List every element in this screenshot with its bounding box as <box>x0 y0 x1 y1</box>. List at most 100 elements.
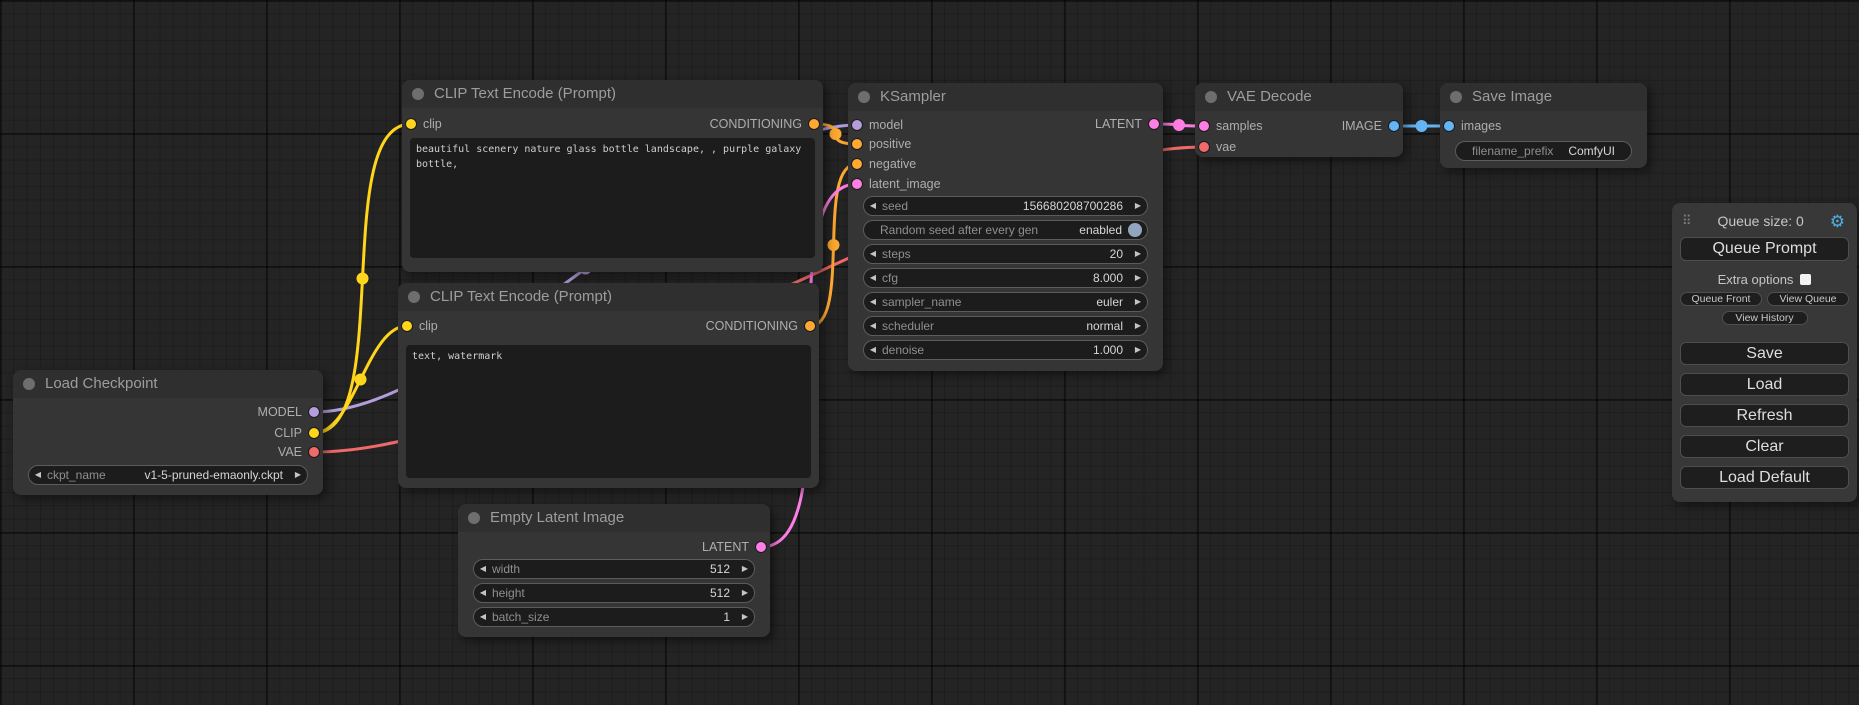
output-slot-label: IMAGE <box>1342 119 1382 133</box>
node-title-bar[interactable]: Load Checkpoint <box>13 370 323 398</box>
collapse-dot-icon[interactable] <box>1205 91 1217 103</box>
collapse-dot-icon[interactable] <box>23 378 35 390</box>
output-slot-label: LATENT <box>702 540 749 554</box>
extra-options-checkbox[interactable] <box>1800 274 1811 285</box>
input-dot-samples[interactable] <box>1199 121 1209 131</box>
save-button[interactable]: Save <box>1680 342 1849 365</box>
widget-sampler_name[interactable]: ◀sampler_nameeuler▶ <box>863 292 1148 312</box>
collapse-dot-icon[interactable] <box>412 88 424 100</box>
widget-steps[interactable]: ◀steps 20▶ <box>863 244 1148 264</box>
decrement-arrow-icon[interactable]: ◀ <box>864 245 882 263</box>
decrement-arrow-icon[interactable]: ◀ <box>474 560 492 578</box>
prompt-textarea[interactable]: text, watermark <box>406 345 811 478</box>
extra-options-label: Extra options <box>1718 272 1794 287</box>
node-empty-latent-image[interactable]: Empty Latent Image LATENT ◀width512▶ ◀heigh… <box>458 504 770 637</box>
decrement-arrow-icon[interactable]: ◀ <box>474 608 492 626</box>
input-slot-positive: positive <box>852 134 911 154</box>
input-dot-images[interactable] <box>1444 121 1454 131</box>
widget-height[interactable]: ◀height512▶ <box>473 583 755 603</box>
widget-value: 20 <box>1110 247 1129 261</box>
decrement-arrow-icon[interactable]: ◀ <box>864 197 882 215</box>
input-dot-negative[interactable] <box>852 159 862 169</box>
increment-arrow-icon[interactable]: ▶ <box>1129 197 1147 215</box>
collapse-dot-icon[interactable] <box>468 512 480 524</box>
input-slot-clip: clip <box>406 114 442 134</box>
decrement-arrow-icon[interactable]: ◀ <box>474 584 492 602</box>
view-queue-button[interactable]: View Queue <box>1767 292 1849 306</box>
clear-button[interactable]: Clear <box>1680 435 1849 458</box>
widget-label: steps <box>882 247 911 261</box>
collapse-dot-icon[interactable] <box>858 91 870 103</box>
increment-arrow-icon[interactable]: ▶ <box>1129 269 1147 287</box>
increment-arrow-icon[interactable]: ▶ <box>736 560 754 578</box>
decrement-arrow-icon[interactable]: ◀ <box>864 317 882 335</box>
decrement-arrow-icon[interactable]: ◀ <box>864 341 882 359</box>
widget-denoise[interactable]: ◀denoise1.000▶ <box>863 340 1148 360</box>
widget-ckpt_name[interactable]: ◀ckpt_namev1-5-pruned-emaonly.ckpt▶ <box>28 465 308 485</box>
output-slot-label: LATENT <box>1095 117 1142 131</box>
output-dot-conditioning[interactable] <box>805 321 815 331</box>
increment-arrow-icon[interactable]: ▶ <box>736 584 754 602</box>
gear-icon[interactable]: ⚙ <box>1830 213 1845 230</box>
output-dot-image[interactable] <box>1389 121 1399 131</box>
input-dot-vae[interactable] <box>1199 142 1209 152</box>
toggle-dot-icon[interactable] <box>1128 223 1142 237</box>
increment-arrow-icon[interactable]: ▶ <box>1129 341 1147 359</box>
input-dot-latent_image[interactable] <box>852 179 862 189</box>
link-midpoint-dot <box>1173 119 1185 131</box>
output-dot-latent[interactable] <box>756 542 766 552</box>
widget-cfg[interactable]: ◀cfg8.000▶ <box>863 268 1148 288</box>
increment-arrow-icon[interactable]: ▶ <box>289 466 307 484</box>
output-dot-clip[interactable] <box>309 428 319 438</box>
node-load-checkpoint[interactable]: Load CheckpointMODELCLIPVAE◀ckpt_namev1-… <box>13 370 323 495</box>
output-dot-vae[interactable] <box>309 447 319 457</box>
widget-filename_prefix[interactable]: filename_prefix ComfyUI <box>1455 141 1632 161</box>
node-title-bar[interactable]: CLIP Text Encode (Prompt) <box>402 80 823 108</box>
input-dot-clip[interactable] <box>402 321 412 331</box>
input-slot-images: images <box>1444 116 1501 136</box>
widget-random-seed-after-every-gen[interactable]: Random seed after every genenabled <box>863 220 1148 240</box>
node-clip-encode-positive[interactable]: CLIP Text Encode (Prompt)clipCONDITIONIN… <box>402 80 823 272</box>
output-slot-label: CLIP <box>274 426 302 440</box>
node-title-bar[interactable]: Save Image <box>1440 83 1647 111</box>
decrement-arrow-icon[interactable]: ◀ <box>864 293 882 311</box>
decrement-arrow-icon[interactable]: ◀ <box>29 466 47 484</box>
node-title-bar[interactable]: VAE Decode <box>1195 83 1403 111</box>
node-title-bar[interactable]: CLIP Text Encode (Prompt) <box>398 283 819 311</box>
node-title-bar[interactable]: Empty Latent Image <box>458 504 770 532</box>
output-dot-conditioning[interactable] <box>809 119 819 129</box>
input-dot-positive[interactable] <box>852 139 862 149</box>
decrement-arrow-icon[interactable]: ◀ <box>864 269 882 287</box>
prompt-textarea[interactable]: beautiful scenery nature glass bottle la… <box>410 138 815 258</box>
node-graph-canvas[interactable]: Load CheckpointMODELCLIPVAE◀ckpt_namev1-… <box>0 0 1859 705</box>
load-default-button[interactable]: Load Default <box>1680 466 1849 489</box>
input-dot-model[interactable] <box>852 120 862 130</box>
collapse-dot-icon[interactable] <box>1450 91 1462 103</box>
node-ksampler[interactable]: KSamplermodelpositivenegativelatent_imag… <box>848 83 1163 371</box>
widget-label: scheduler <box>882 319 934 333</box>
load-button[interactable]: Load <box>1680 373 1849 396</box>
widget-scheduler[interactable]: ◀schedulernormal▶ <box>863 316 1148 336</box>
input-dot-clip[interactable] <box>406 119 416 129</box>
node-title-bar[interactable]: KSampler <box>848 83 1163 111</box>
queue-front-button[interactable]: Queue Front <box>1680 292 1762 306</box>
queue-prompt-button[interactable]: Queue Prompt <box>1680 237 1849 261</box>
node-clip-encode-negative[interactable]: CLIP Text Encode (Prompt)clipCONDITIONIN… <box>398 283 819 488</box>
collapse-dot-icon[interactable] <box>408 291 420 303</box>
widget-batch_size[interactable]: ◀batch_size1▶ <box>473 607 755 627</box>
refresh-button[interactable]: Refresh <box>1680 404 1849 427</box>
widget-label: filename_prefix <box>1472 144 1553 158</box>
view-history-button[interactable]: View History <box>1722 311 1808 325</box>
increment-arrow-icon[interactable]: ▶ <box>1129 293 1147 311</box>
widget-value: ComfyUI <box>1568 144 1631 158</box>
output-dot-model[interactable] <box>309 407 319 417</box>
widget-width[interactable]: ◀width512▶ <box>473 559 755 579</box>
increment-arrow-icon[interactable]: ▶ <box>1129 245 1147 263</box>
widget-seed[interactable]: ◀seed156680208700286▶ <box>863 196 1148 216</box>
node-vae-decode[interactable]: VAE DecodesamplesvaeIMAGE <box>1195 83 1403 157</box>
increment-arrow-icon[interactable]: ▶ <box>1129 317 1147 335</box>
output-dot-latent[interactable] <box>1149 119 1159 129</box>
node-save-image[interactable]: Save Image images filename_prefix ComfyUI <box>1440 83 1647 168</box>
drag-handle-icon[interactable]: ⠿ <box>1682 213 1692 229</box>
increment-arrow-icon[interactable]: ▶ <box>736 608 754 626</box>
